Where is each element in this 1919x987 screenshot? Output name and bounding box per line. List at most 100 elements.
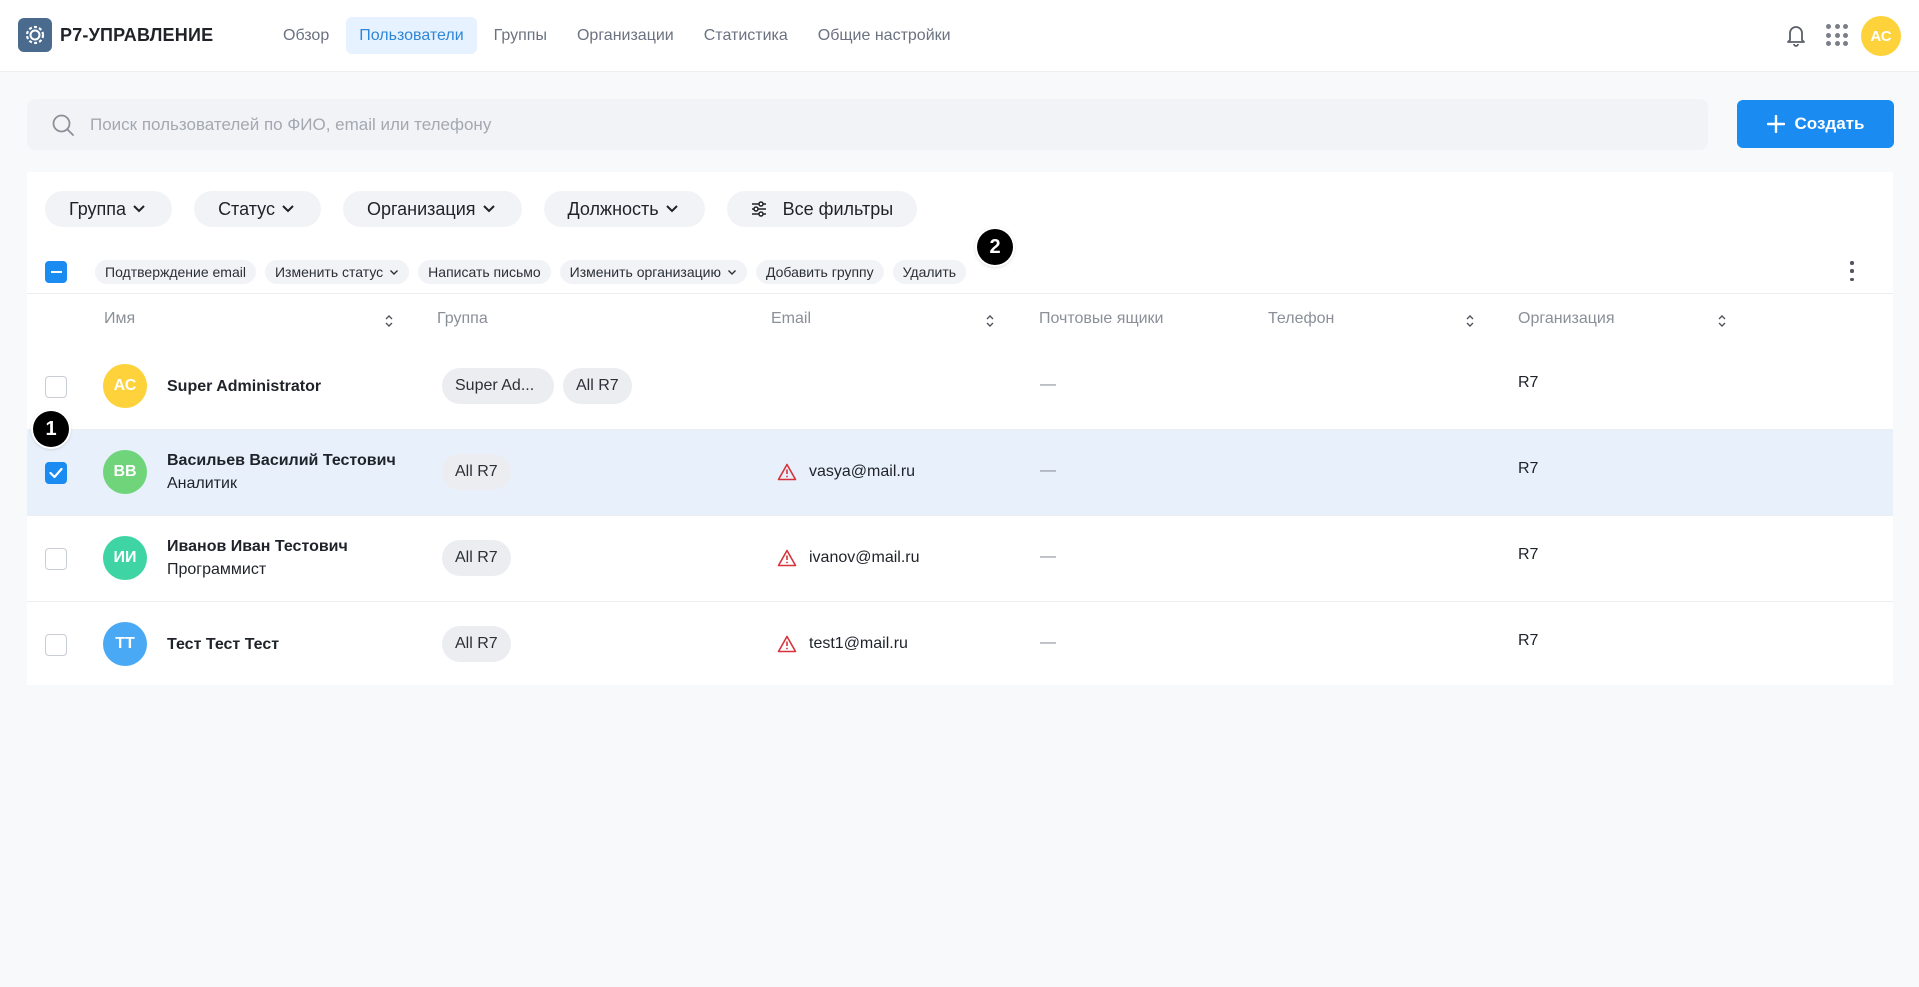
- warning-icon: [777, 549, 797, 567]
- filter-status[interactable]: Статус: [194, 191, 321, 227]
- select-all-checkbox[interactable]: [45, 261, 67, 283]
- table-row[interactable]: ТТ Тест Тест Тест All R7 test1@mail.ru —…: [27, 602, 1893, 688]
- avatar: ТТ: [103, 622, 147, 666]
- avatar: ВВ: [103, 450, 147, 494]
- nav-item-statistics[interactable]: Статистика: [691, 17, 801, 54]
- email-cell: vasya@mail.ru: [777, 463, 915, 481]
- filter-organization-label: Организация: [366, 198, 476, 219]
- avatar: АС: [103, 364, 147, 408]
- app-logo-icon[interactable]: [18, 18, 52, 52]
- nav-item-overview[interactable]: Обзор: [270, 17, 342, 54]
- group-chips: All R7: [442, 454, 511, 490]
- user-avatar[interactable]: АС: [1861, 16, 1901, 56]
- nav-item-groups[interactable]: Группы: [481, 17, 560, 54]
- bulk-actions-bar: Подтверждение email Изменить статус Напи…: [27, 248, 1893, 294]
- user-name[interactable]: Super Administrator: [167, 378, 321, 396]
- change-status-label: Изменить статус: [274, 264, 384, 280]
- table-row[interactable]: АС Super Administrator Super Ad... All R…: [27, 344, 1893, 430]
- row-checkbox[interactable]: [45, 634, 67, 656]
- filter-position-label: Должность: [567, 198, 659, 219]
- users-table-card: Группа Статус Организация Должность Все: [27, 172, 1893, 685]
- email-value[interactable]: ivanov@mail.ru: [809, 549, 920, 567]
- group-chips: All R7: [442, 540, 511, 576]
- filter-organization[interactable]: Организация: [342, 191, 522, 227]
- avatar: ИИ: [103, 536, 147, 580]
- confirm-email-label: Подтверждение email: [105, 264, 246, 280]
- user-role: Аналитик: [167, 475, 237, 492]
- group-chip[interactable]: All R7: [563, 368, 632, 404]
- column-header-group: Группа: [437, 310, 488, 327]
- top-bar: Р7-УПРАВЛЕНИЕ Обзор Пользователи Группы …: [0, 0, 1919, 72]
- organization-value: R7: [1518, 460, 1539, 477]
- user-name[interactable]: Тест Тест Тест: [167, 636, 279, 654]
- write-letter-button[interactable]: Написать письмо: [418, 260, 551, 284]
- search-input[interactable]: [90, 99, 1690, 150]
- group-chip[interactable]: All R7: [442, 454, 511, 490]
- create-button[interactable]: Создать: [1737, 100, 1894, 148]
- filter-status-label: Статус: [218, 198, 275, 219]
- change-status-button[interactable]: Изменить статус: [264, 260, 410, 284]
- search-box: [27, 99, 1708, 150]
- chevron-down-icon: [390, 269, 399, 275]
- row-checkbox[interactable]: [45, 548, 67, 570]
- mailboxes-value: —: [1040, 462, 1056, 479]
- chevron-down-icon: [482, 205, 495, 213]
- nav-item-organizations[interactable]: Организации: [564, 17, 687, 54]
- table-header: Имя Группа Email Почтовые ящики Телефон …: [27, 294, 1893, 344]
- organization-value: R7: [1518, 374, 1539, 391]
- mailboxes-value: —: [1040, 376, 1056, 393]
- filter-bar: Группа Статус Организация Должность Все: [45, 191, 918, 227]
- change-organization-label: Изменить организацию: [569, 264, 721, 280]
- mailboxes-value: —: [1040, 634, 1056, 651]
- add-group-label: Добавить группу: [765, 264, 874, 280]
- nav-item-users[interactable]: Пользователи: [346, 17, 477, 54]
- write-letter-label: Написать письмо: [428, 264, 541, 280]
- app-brand[interactable]: Р7-УПРАВЛЕНИЕ: [60, 25, 213, 46]
- sort-icon[interactable]: [384, 314, 394, 328]
- nav-item-general-settings[interactable]: Общие настройки: [805, 17, 964, 54]
- search-icon: [52, 114, 74, 136]
- group-chip[interactable]: Super Ad...: [442, 368, 554, 404]
- table-row[interactable]: ИИ Иванов Иван Тестович Программист All …: [27, 516, 1893, 602]
- user-name[interactable]: Васильев Василий Тестович: [167, 452, 396, 470]
- sort-icon[interactable]: [1717, 314, 1727, 328]
- column-header-email: Email: [771, 310, 812, 327]
- change-organization-button[interactable]: Изменить организацию: [559, 260, 747, 284]
- filter-group-label: Группа: [69, 198, 127, 219]
- chevron-down-icon: [282, 205, 294, 213]
- chevron-down-icon: [133, 205, 145, 213]
- filter-all[interactable]: Все фильтры: [726, 191, 918, 227]
- row-checkbox[interactable]: [45, 462, 67, 484]
- delete-button[interactable]: Удалить: [892, 260, 967, 284]
- create-button-label: Создать: [1794, 114, 1865, 133]
- chevron-down-icon: [727, 269, 736, 275]
- sort-icon[interactable]: [985, 314, 995, 328]
- checkmark-icon: [49, 467, 63, 479]
- apps-grid-icon[interactable]: [1826, 24, 1848, 46]
- filter-all-label: Все фильтры: [782, 198, 894, 219]
- table-row[interactable]: ВВ Васильев Василий Тестович Аналитик Al…: [27, 430, 1893, 516]
- email-value[interactable]: test1@mail.ru: [809, 635, 908, 653]
- filter-position[interactable]: Должность: [543, 191, 705, 227]
- filter-group[interactable]: Группа: [45, 191, 173, 227]
- column-header-phone: Телефон: [1268, 310, 1335, 327]
- delete-label: Удалить: [902, 264, 957, 280]
- bell-icon[interactable]: [1784, 22, 1808, 48]
- confirm-email-button[interactable]: Подтверждение email: [95, 260, 256, 284]
- user-name[interactable]: Иванов Иван Тестович: [167, 538, 348, 556]
- warning-icon: [777, 635, 797, 653]
- group-chip[interactable]: All R7: [442, 540, 511, 576]
- user-role: Программист: [167, 561, 267, 578]
- sort-icon[interactable]: [1465, 314, 1475, 328]
- chevron-down-icon: [665, 205, 678, 213]
- more-options-icon[interactable]: [1849, 261, 1855, 281]
- group-chip[interactable]: All R7: [442, 626, 511, 662]
- add-group-button[interactable]: Добавить группу: [755, 260, 884, 284]
- column-header-name: Имя: [104, 310, 136, 327]
- bulk-actions: Подтверждение email Изменить статус Напи…: [95, 260, 967, 284]
- organization-value: R7: [1518, 546, 1539, 563]
- email-value[interactable]: vasya@mail.ru: [809, 463, 915, 481]
- row-checkbox[interactable]: [45, 376, 67, 398]
- plus-icon: [1766, 115, 1785, 133]
- main-nav: Обзор Пользователи Группы Организации Ст…: [270, 17, 964, 54]
